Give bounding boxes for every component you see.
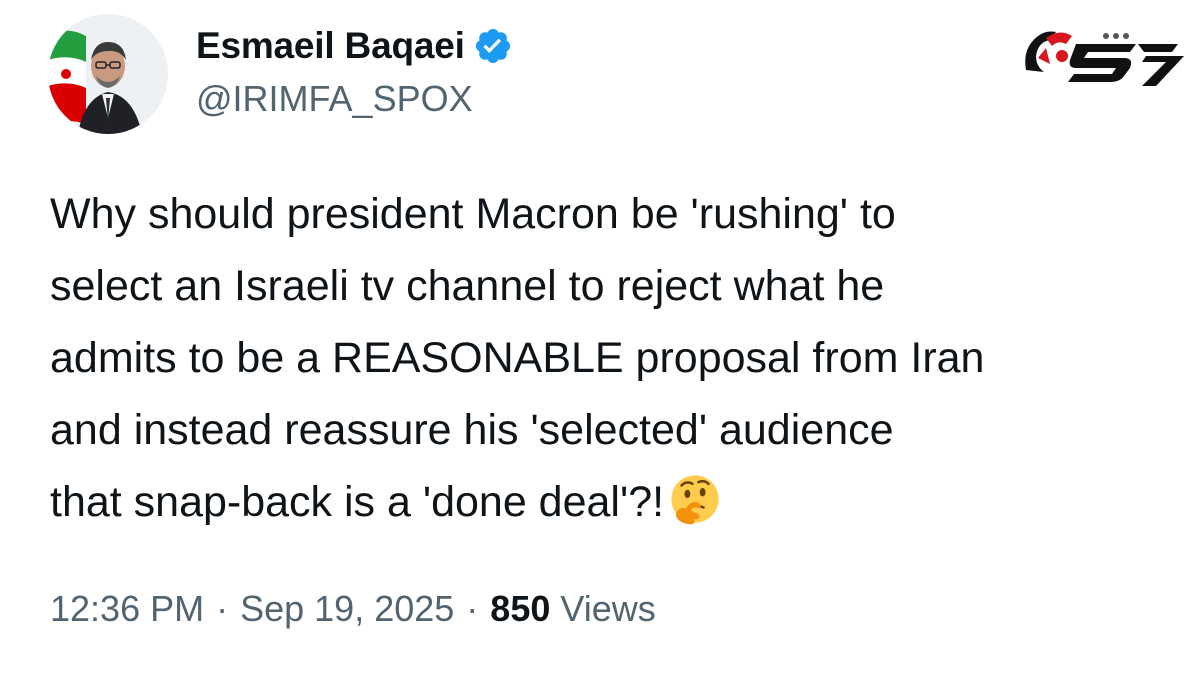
tweet-line: select an Israeli tv channel to reject w… <box>50 262 885 310</box>
tweet-line-last: that snap-back is a 'done deal'?! <box>50 466 1170 538</box>
tweet-line-text: that snap-back is a 'done deal'?! <box>50 478 665 526</box>
views-label: Views <box>560 588 656 629</box>
avatar[interactable] <box>48 14 168 134</box>
tweet-text: Why should president Macron be 'rushing'… <box>50 178 1170 538</box>
tweet-line: admits to be a REASONABLE proposal from … <box>50 334 985 382</box>
tweet-time[interactable]: 12:36 PM <box>50 588 204 630</box>
rokna-logo-icon <box>1016 18 1186 88</box>
views-count: 850 <box>490 588 551 629</box>
tweet-card: Esmaeil Baqaei @IRIMFA_SPOX Why should p… <box>0 0 1200 675</box>
iran-flag-icon <box>48 30 86 124</box>
author-name-row: Esmaeil Baqaei <box>196 20 513 72</box>
meta-separator: · <box>216 588 229 629</box>
author-name[interactable]: Esmaeil Baqaei <box>196 25 465 67</box>
profile-photo-icon <box>48 14 168 134</box>
tweet-meta: 12:36 PM · Sep 19, 2025 · 850 Views <box>50 588 656 630</box>
tweet-line: Why should president Macron be 'rushing'… <box>50 190 896 238</box>
author-handle[interactable]: @IRIMFA_SPOX <box>196 78 473 120</box>
tweet-date[interactable]: Sep 19, 2025 <box>240 588 454 630</box>
thinking-face-emoji-icon <box>668 472 722 526</box>
verified-badge-icon <box>473 26 513 66</box>
tweet-line: and instead reassure his 'selected' audi… <box>50 406 894 454</box>
meta-separator: · <box>466 588 479 629</box>
